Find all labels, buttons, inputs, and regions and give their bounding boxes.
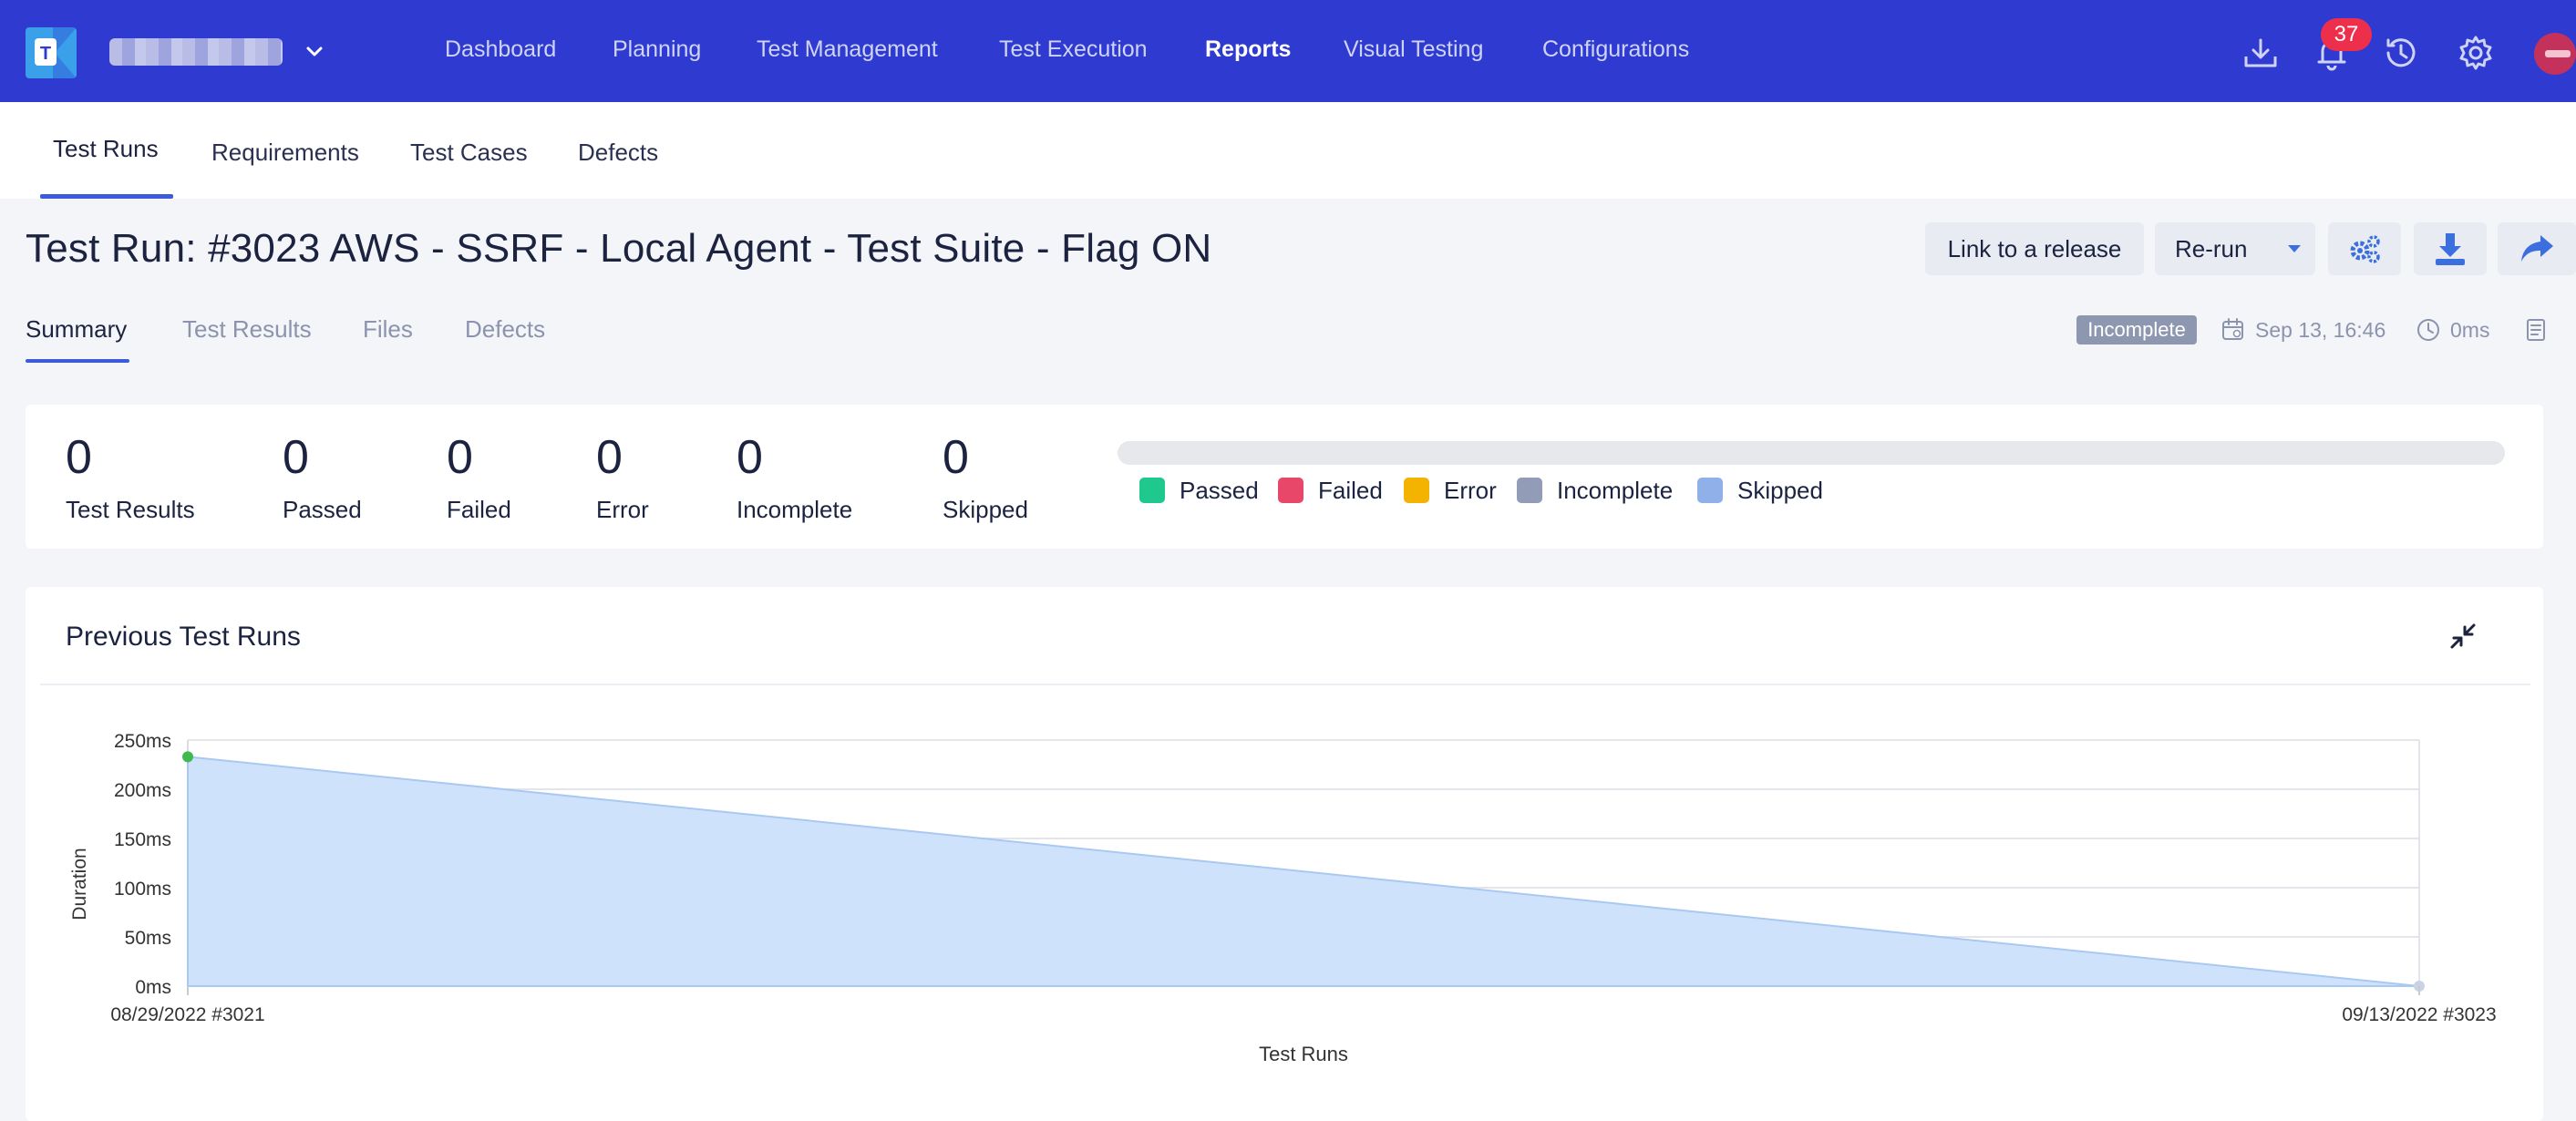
y-tick-label: 200ms <box>114 780 171 801</box>
data-point <box>182 751 193 763</box>
tab-files[interactable]: Files <box>363 315 413 344</box>
legend-incomplete: Incomplete <box>1517 476 1673 505</box>
link-to-release-button[interactable]: Link to a release <box>1925 222 2144 275</box>
stat-passed-value: 0 <box>283 431 309 484</box>
y-tick-label: 0ms <box>135 977 171 998</box>
caret-down-icon[interactable] <box>2286 242 2303 255</box>
legend-failed: Failed <box>1278 476 1383 505</box>
stat-passed-label: Passed <box>283 496 362 523</box>
page-title: Test Run: #3023 AWS - SSRF - Local Agent… <box>26 226 1212 271</box>
nav-reports[interactable]: Reports <box>1205 36 1291 63</box>
nav-dashboard[interactable]: Dashboard <box>445 36 556 63</box>
rerun-label: Re-run <box>2175 234 2248 262</box>
tab-run-defects[interactable]: Defects <box>465 315 545 344</box>
y-tick-label: 100ms <box>114 879 171 900</box>
download-report-button[interactable] <box>2414 222 2487 275</box>
share-button[interactable] <box>2498 222 2576 275</box>
x-tick-label: 08/29/2022 #3021 <box>110 1004 264 1025</box>
svg-text:T: T <box>40 44 51 64</box>
stat-test-results-label: Test Results <box>66 496 195 523</box>
stat-test-results-value: 0 <box>66 431 92 484</box>
legend-swatch <box>1517 478 1542 503</box>
share-icon <box>2521 235 2553 262</box>
active-inner-tab-indicator <box>26 359 129 363</box>
y-tick-label: 250ms <box>114 731 171 752</box>
project-selector[interactable] <box>109 38 283 66</box>
tab-requirements[interactable]: Requirements <box>211 139 359 167</box>
legend-label: Passed <box>1180 476 1259 504</box>
stat-error-value: 0 <box>596 431 623 484</box>
tab-defects[interactable]: Defects <box>578 139 658 167</box>
clock-icon <box>2417 319 2439 341</box>
nav-test-execution[interactable]: Test Execution <box>999 36 1148 63</box>
legend-label: Incomplete <box>1557 476 1674 504</box>
run-duration: 0ms <box>2450 318 2490 342</box>
nav-test-management[interactable]: Test Management <box>757 36 938 63</box>
legend-label: Skipped <box>1737 476 1823 504</box>
rerun-button[interactable]: Re-run <box>2155 222 2315 275</box>
legend-swatch <box>1278 478 1303 503</box>
legend-swatch <box>1697 478 1723 503</box>
y-axis-ticks: 0ms 50ms 100ms 150ms 200ms 250ms <box>114 731 171 998</box>
stat-error-label: Error <box>596 496 649 523</box>
x-axis-label: Test Runs <box>1259 1043 1348 1065</box>
x-axis-ticks: 08/29/2022 #3021 09/13/2022 #3023 <box>110 986 2497 1025</box>
collapse-icon[interactable] <box>2447 620 2479 653</box>
chart-title: Previous Test Runs <box>66 622 301 652</box>
nav-visual-testing[interactable]: Visual Testing <box>1344 36 1483 63</box>
stat-incomplete-label: Incomplete <box>737 496 853 523</box>
previous-runs-chart: 0ms 50ms 100ms 150ms 200ms 250ms 08/29/2022 #… <box>69 731 2497 1065</box>
app-logo-icon[interactable]: T <box>26 27 77 78</box>
stat-skipped-label: Skipped <box>943 496 1028 523</box>
download-icon <box>2436 233 2465 265</box>
legend-swatch <box>1404 478 1429 503</box>
legend-label: Error <box>1444 476 1497 504</box>
stat-failed-label: Failed <box>447 496 511 523</box>
legend-skipped: Skipped <box>1697 476 1823 505</box>
tab-test-results[interactable]: Test Results <box>182 315 312 344</box>
x-tick-label: 09/13/2022 #3023 <box>2342 1004 2496 1025</box>
legend-passed: Passed <box>1139 476 1259 505</box>
stat-incomplete-value: 0 <box>737 431 763 484</box>
run-settings-button[interactable] <box>2328 222 2401 275</box>
tab-test-cases[interactable]: Test Cases <box>410 139 528 167</box>
link-to-release-label: Link to a release <box>1947 234 2122 262</box>
cogs-icon <box>2350 235 2380 263</box>
avatar[interactable] <box>2534 33 2576 75</box>
nav-configurations[interactable]: Configurations <box>1542 36 1689 63</box>
stat-failed-value: 0 <box>447 431 473 484</box>
chart-divider <box>40 684 2530 685</box>
status-badge: Incomplete <box>2076 315 2197 345</box>
nav-planning[interactable]: Planning <box>613 36 701 63</box>
notification-badge: 37 <box>2321 18 2372 51</box>
series-area <box>187 756 2420 987</box>
chevron-down-icon[interactable] <box>301 38 328 66</box>
tab-summary[interactable]: Summary <box>26 315 127 344</box>
active-tab-indicator <box>40 194 173 199</box>
tab-test-runs[interactable]: Test Runs <box>53 135 159 163</box>
calendar-icon <box>2222 318 2243 340</box>
document-icon[interactable] <box>2523 317 2549 343</box>
y-tick-label: 50ms <box>125 928 171 949</box>
top-navbar: T Dashboard Planning Test Management Tes… <box>0 0 2576 102</box>
y-axis-label: Duration <box>69 848 90 920</box>
report-subtabs: Test Runs Requirements Test Cases Defect… <box>0 102 2576 199</box>
legend-label: Failed <box>1318 476 1383 504</box>
legend-swatch <box>1139 478 1165 503</box>
history-icon[interactable] <box>2381 33 2421 73</box>
stat-skipped-value: 0 <box>943 431 969 484</box>
run-date: Sep 13, 16:46 <box>2255 318 2386 342</box>
chart-area-layer <box>182 751 2425 992</box>
download-icon[interactable] <box>2241 33 2281 73</box>
legend-error: Error <box>1404 476 1497 505</box>
y-tick-label: 150ms <box>114 829 171 850</box>
gear-icon[interactable] <box>2456 33 2496 73</box>
results-progress-bar <box>1118 441 2505 465</box>
